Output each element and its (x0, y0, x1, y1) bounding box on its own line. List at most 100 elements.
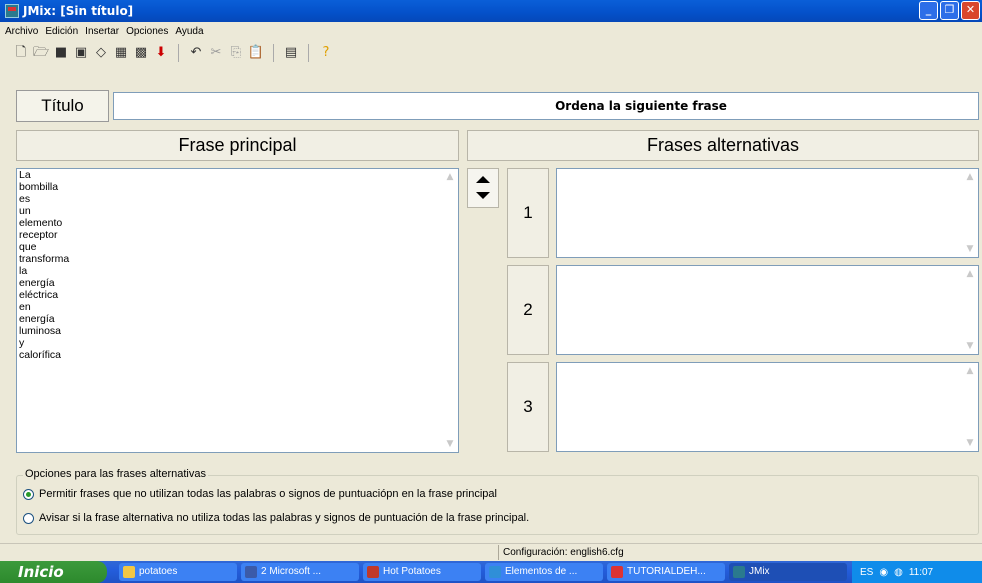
arrow-down-icon[interactable] (476, 192, 490, 199)
word-line: calorífica (19, 349, 62, 361)
word-line: que (19, 241, 37, 253)
alt-scrollbar[interactable]: ▲ ▼ (962, 169, 978, 257)
word-line: la (19, 265, 28, 277)
volume-icon[interactable]: ◍ (894, 567, 903, 578)
config-icon[interactable]: ▤ (282, 44, 300, 62)
save-as-icon[interactable]: ▣ (72, 44, 90, 62)
arrow-up-icon[interactable] (476, 176, 490, 183)
help-icon[interactable]: ? (317, 44, 335, 62)
pdf-icon (611, 566, 623, 578)
cut-icon[interactable]: ✂ (207, 44, 225, 62)
word-line: energía (19, 277, 55, 289)
scroll-down-icon[interactable]: ▼ (444, 438, 456, 450)
status-bar: Configuración: english6.cfg (0, 543, 982, 560)
scroll-down-icon[interactable]: ▼ (964, 340, 976, 352)
save-icon[interactable]: ■ (52, 44, 70, 62)
toolbar-separator (308, 44, 309, 62)
alternative-number: 2 (507, 265, 549, 355)
create-web-page-icon[interactable]: ▦ (112, 44, 130, 62)
restore-button[interactable]: ❐ (940, 1, 959, 20)
task-tutorial-pdf[interactable]: TUTORIALDEH... (607, 563, 725, 581)
menu-opciones[interactable]: Opciones (123, 26, 172, 37)
word-line: La (19, 169, 31, 181)
alternative-textarea-1[interactable]: ▲ ▼ (556, 168, 979, 258)
title-label: Título (16, 90, 109, 122)
jmix-app-icon (5, 4, 19, 18)
paste-icon[interactable]: 📋 (247, 44, 265, 62)
scroll-up-icon[interactable]: ▲ (444, 171, 456, 183)
scroll-down-icon[interactable]: ▼ (964, 243, 976, 255)
word-line: luminosa (19, 325, 62, 337)
menu-edicion[interactable]: Edición (42, 26, 82, 37)
options-groupbox: Opciones para las frases alternativas Pe… (16, 468, 979, 535)
menu-insertar[interactable]: Insertar (82, 26, 123, 37)
task-label: Elementos de ... (505, 566, 578, 577)
alternative-sentences-header: Frases alternativas (467, 130, 979, 161)
word-line: energía (19, 313, 55, 325)
option-allow-partial-label: Permitir frases que no utilizan todas la… (39, 488, 497, 500)
toolbar-separator (273, 44, 274, 62)
word-line: en (19, 301, 31, 313)
task-potatoes[interactable]: potatoes (119, 563, 237, 581)
start-label: Inicio (18, 563, 64, 581)
open-folder-icon[interactable]: 🗁 (32, 44, 50, 62)
clock[interactable]: 11:07 (909, 567, 933, 578)
network-icon[interactable]: ◉ (879, 567, 888, 578)
undo-icon[interactable]: ↶ (187, 44, 205, 62)
task-microsoft-word[interactable]: 2 Microsoft ... (241, 563, 359, 581)
task-hot-potatoes[interactable]: Hot Potatoes (363, 563, 481, 581)
word-icon (245, 566, 257, 578)
title-input[interactable]: Ordena la siguiente frase (113, 92, 979, 120)
main-sentence-textarea[interactable]: La bombilla es un elemento receptor que transfo… (16, 168, 459, 453)
toolbar: 🗋 🗁 ■ ▣ ◇ ▦ ▩ ⬇ ↶ ✂ ⎘ 📋 ▤ ? (0, 40, 982, 85)
task-browser[interactable]: Elementos de ... (485, 563, 603, 581)
task-label: 2 Microsoft ... (261, 566, 322, 577)
close-button[interactable]: ✕ (961, 1, 980, 20)
scroll-up-icon[interactable]: ▲ (964, 171, 976, 183)
alt-scrollbar[interactable]: ▲ ▼ (962, 363, 978, 451)
option-warn-partial-label: Avisar si la frase alternativa no utiliz… (39, 512, 530, 524)
menu-archivo[interactable]: Archivo (2, 26, 42, 37)
scroll-up-icon[interactable]: ▲ (964, 365, 976, 377)
create-web-page-2-icon[interactable]: ▩ (132, 44, 150, 62)
browser-icon (489, 566, 501, 578)
radio-allow-partial[interactable] (23, 488, 34, 500)
scroll-down-icon[interactable]: ▼ (964, 437, 976, 449)
system-tray: ES ◉ ◍ 11:07 (852, 561, 982, 583)
option-warn-partial[interactable]: Avisar si la frase alternativa no utiliz… (23, 512, 529, 524)
taskbar: Inicio potatoes 2 Microsoft ... Hot Pota… (0, 561, 982, 583)
task-jmix[interactable]: JMix (729, 563, 847, 581)
window-title-bar[interactable]: JMix: [Sin título] _ ❐ ✕ (0, 0, 982, 22)
alternatives-navigator[interactable] (467, 168, 499, 208)
alt-scrollbar[interactable]: ▲ ▼ (962, 266, 978, 354)
start-button[interactable]: Inicio (0, 561, 107, 583)
task-label: TUTORIALDEH... (627, 566, 706, 577)
language-indicator[interactable]: ES (860, 567, 873, 578)
option-allow-partial[interactable]: Permitir frases que no utilizan todas la… (23, 488, 497, 500)
word-line: eléctrica (19, 289, 59, 301)
word-line: y (19, 337, 25, 349)
task-label: JMix (749, 566, 770, 577)
copy-icon[interactable]: ⎘ (227, 44, 245, 62)
word-line: receptor (19, 229, 58, 241)
new-file-icon[interactable]: 🗋 (12, 44, 30, 62)
alternative-textarea-2[interactable]: ▲ ▼ (556, 265, 979, 355)
minimize-button[interactable]: _ (919, 1, 938, 20)
scroll-up-icon[interactable]: ▲ (964, 268, 976, 280)
config-status: Configuración: english6.cfg (498, 545, 980, 560)
word-line: bombilla (19, 181, 59, 193)
options-legend: Opciones para las frases alternativas (23, 468, 208, 480)
menu-ayuda[interactable]: Ayuda (172, 26, 207, 37)
task-label: potatoes (139, 566, 178, 577)
window-controls: _ ❐ ✕ (919, 1, 980, 20)
eraser-icon[interactable]: ◇ (92, 44, 110, 62)
word-line: es (19, 193, 31, 205)
task-label: Hot Potatoes (383, 566, 441, 577)
word-list: La bombilla es un elemento receptor que transfo… (17, 169, 458, 361)
alternative-textarea-3[interactable]: ▲ ▼ (556, 362, 979, 452)
alternative-number: 3 (507, 362, 549, 452)
export-arrow-icon[interactable]: ⬇ (152, 44, 170, 62)
main-scrollbar[interactable]: ▲ ▼ (442, 169, 458, 452)
radio-warn-partial[interactable] (23, 512, 34, 524)
folder-icon (123, 566, 135, 578)
